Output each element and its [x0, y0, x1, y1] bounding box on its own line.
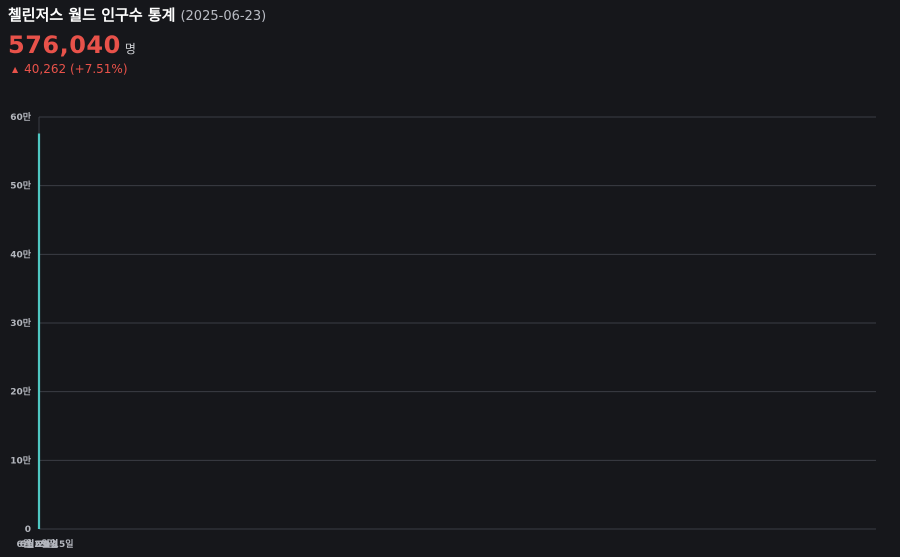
y-tick-label: 10만: [10, 454, 32, 466]
y-tick-label: 50만: [10, 180, 32, 192]
y-tick-label: 20만: [10, 386, 32, 398]
y-tick-label: 40만: [10, 248, 32, 260]
x-tick-label: 6월 23일: [17, 538, 55, 550]
y-tick-label: 0: [25, 525, 31, 535]
y-tick-label: 30만: [10, 317, 32, 329]
population-area-chart: 010만20만30만40만50만60만6월 15일6월 20일6월 21일6월 …: [10, 111, 876, 550]
y-tick-label: 60만: [10, 111, 32, 123]
